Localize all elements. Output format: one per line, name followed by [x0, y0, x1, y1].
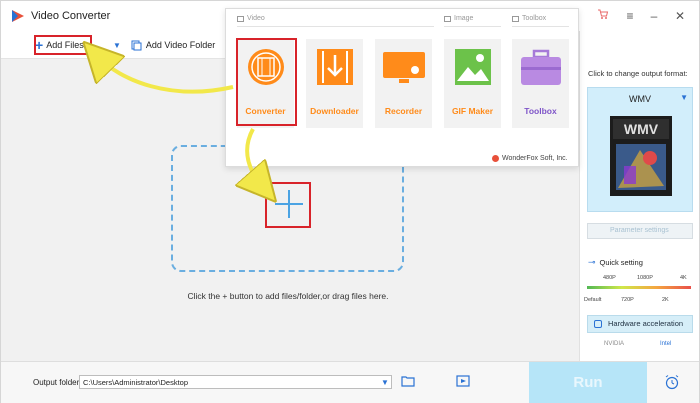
- annotation-arrows: [1, 1, 700, 403]
- app-window: Video Converter ≡ – ✕ + Add Files ▼ Add …: [0, 0, 700, 403]
- arrow-to-plus-button: [247, 128, 263, 187]
- arrow-to-add-files: [97, 56, 234, 94]
